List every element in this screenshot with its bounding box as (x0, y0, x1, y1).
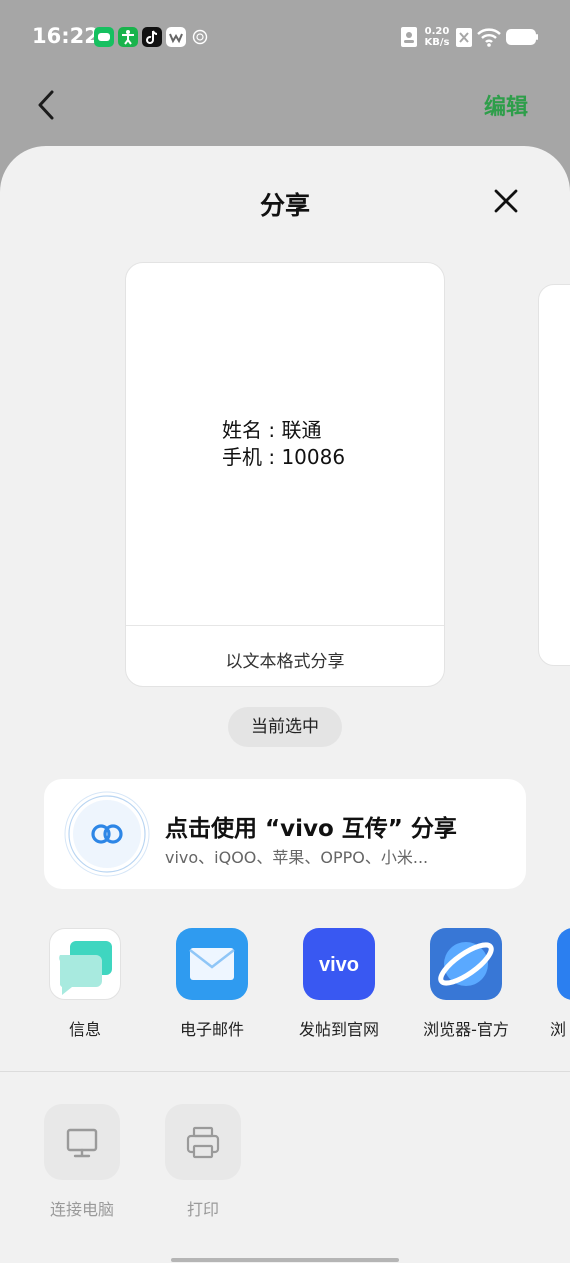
contact-text-card[interactable]: 姓名 : 联通 手机 : 10086 以文本格式分享 (125, 262, 445, 687)
share-app-label: 浏 (550, 1020, 567, 1039)
contact-phone-line: 手机 : 10086 (222, 445, 346, 469)
contact-content: 姓名 : 联通 手机 : 10086 (222, 417, 345, 471)
monitor-icon (44, 1104, 120, 1180)
tool-label: 打印 (186, 1200, 219, 1219)
share-app-email[interactable]: 电子邮件 (147, 928, 277, 1048)
email-icon (176, 928, 248, 1000)
share-sheet: 分享 姓名 : 联通 手机 : 10086 以文本格式分享 当前选中 点击使用 … (0, 146, 570, 1263)
next-format-card[interactable] (538, 284, 570, 666)
selected-indicator: 当前选中 (228, 707, 342, 747)
tool-connect-pc[interactable]: 连接电脑 (17, 1104, 147, 1224)
edit-button[interactable]: 编辑 (484, 89, 528, 121)
status-time: 16:22 (32, 24, 99, 48)
alarm-icon (192, 29, 208, 45)
card-format-label: 以文本格式分享 (225, 652, 345, 672)
app-icon (166, 27, 186, 47)
share-app-label: 信息 (68, 1020, 101, 1039)
wechat-icon (94, 27, 114, 47)
close-icon (494, 189, 518, 213)
contact-card-icon (400, 25, 418, 49)
share-app-label: 电子邮件 (179, 1020, 244, 1039)
contact-name-line: 姓名 : 联通 (222, 418, 322, 442)
share-app-vivo[interactable]: vivo 发帖到官网 (274, 928, 404, 1048)
vivo-icon: vivo (303, 928, 375, 1000)
wifi-icon (476, 25, 502, 49)
browser-icon (430, 928, 502, 1000)
vivo-share-title: 点击使用 “vivo 互传” 分享 (165, 816, 457, 842)
printer-icon (165, 1104, 241, 1180)
vivo-share-banner[interactable]: 点击使用 “vivo 互传” 分享 vivo、iQOO、苹果、OPPO、小米..… (44, 779, 526, 889)
sim-x-icon (456, 25, 472, 49)
vivo-share-icon (64, 791, 150, 877)
close-button[interactable] (489, 184, 523, 218)
share-app-browser[interactable]: 浏览器-官方 (401, 928, 531, 1048)
tiktok-icon (142, 27, 162, 47)
battery-icon (505, 25, 539, 49)
network-speed-value: 0.20 (424, 26, 450, 37)
tool-print[interactable]: 打印 (138, 1104, 268, 1224)
share-app-browser-2[interactable]: 浏 (528, 928, 570, 1048)
share-app-label: 浏览器-官方 (423, 1020, 509, 1039)
messages-icon (49, 928, 121, 1000)
network-speed: 0.20 KB/s (423, 26, 451, 48)
card-divider (126, 625, 444, 626)
sheet-divider (0, 1071, 570, 1072)
share-app-messages[interactable]: 信息 (20, 928, 150, 1048)
back-button[interactable] (30, 86, 66, 126)
home-indicator[interactable] (171, 1258, 399, 1262)
accessibility-icon (118, 27, 138, 47)
chevron-left-icon (38, 90, 54, 120)
network-speed-unit: KB/s (424, 37, 450, 48)
share-app-label: 发帖到官网 (298, 1020, 379, 1039)
vivo-share-subtitle: vivo、iQOO、苹果、OPPO、小米... (165, 848, 429, 867)
status-bar: 16:22 0.20 KB/s (0, 0, 570, 76)
sheet-title: 分享 (259, 191, 310, 220)
tool-label: 连接电脑 (49, 1200, 114, 1219)
vivo-logo-text: vivo (319, 954, 359, 976)
browser-partial-icon (557, 928, 570, 1000)
